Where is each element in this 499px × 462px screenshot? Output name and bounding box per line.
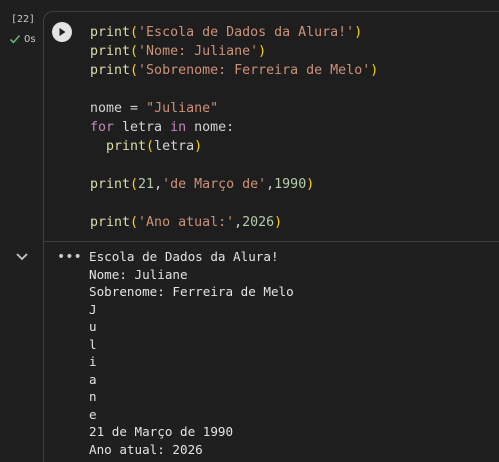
output-line: Escola de Dados da Alura! bbox=[89, 249, 279, 264]
code-token: = bbox=[122, 101, 147, 116]
output-line: a bbox=[89, 371, 97, 387]
code-token: nome: bbox=[186, 120, 235, 135]
code-line: print(21,'de Março de',1990) bbox=[90, 175, 378, 194]
code-token: "Juliane" bbox=[146, 101, 219, 116]
code-token: print bbox=[90, 63, 131, 78]
code-token: ) bbox=[258, 44, 267, 59]
code-token: 'Nome: Juliane' bbox=[138, 44, 259, 59]
code-token: 21 bbox=[138, 177, 155, 192]
code-line: print(letra) bbox=[90, 137, 378, 156]
chevron-down-icon[interactable] bbox=[14, 251, 30, 263]
code-line: print('Nome: Juliane') bbox=[90, 42, 378, 61]
cell-output: Escola de Dados da Alura! Nome: Juliane So… bbox=[89, 248, 294, 458]
code-line: print('Ano atual:',2026) bbox=[90, 213, 378, 232]
notebook-cell-view: [22] 0s print('Escola de Dados da Alura!… bbox=[0, 0, 499, 462]
code-token: in bbox=[170, 120, 187, 135]
code-token: , bbox=[154, 177, 163, 192]
code-editor[interactable]: print('Escola de Dados da Alura!') print(… bbox=[90, 23, 378, 232]
code-token: print bbox=[90, 25, 131, 40]
code-line: print('Escola de Dados da Alura!') bbox=[90, 23, 378, 42]
code-token: ) bbox=[354, 25, 363, 40]
code-token: letra bbox=[114, 120, 171, 135]
code-token: 'Sobrenome: Ferreira de Melo' bbox=[138, 63, 371, 78]
code-token: letra bbox=[154, 139, 195, 154]
code-token: , bbox=[266, 177, 275, 192]
output-line: Ano atual: 2026 bbox=[89, 441, 203, 457]
code-token: 2026 bbox=[242, 215, 275, 230]
code-line: for letra in nome: bbox=[90, 118, 378, 137]
code-token: print bbox=[90, 215, 131, 230]
code-token: nome bbox=[90, 101, 123, 116]
code-token: ( bbox=[130, 63, 139, 78]
code-token: ) bbox=[370, 63, 379, 78]
code-token: ( bbox=[130, 44, 139, 59]
code-token: 'de Março de' bbox=[162, 177, 267, 192]
execution-time: 0s bbox=[24, 33, 36, 45]
code-line: nome = "Juliane" bbox=[90, 99, 378, 118]
code-token: print bbox=[90, 44, 131, 59]
code-token: 'Escola de Dados da Alura!' bbox=[138, 25, 355, 40]
check-icon bbox=[9, 34, 21, 44]
output-line: e bbox=[89, 406, 97, 422]
output-line: i bbox=[89, 354, 97, 369]
output-line: Nome: Juliane bbox=[89, 266, 188, 282]
more-options-icon[interactable]: ••• bbox=[57, 249, 82, 265]
code-token: ( bbox=[130, 177, 139, 192]
code-token: , bbox=[234, 215, 243, 230]
output-line: Sobrenome: Ferreira de Melo bbox=[89, 284, 294, 299]
code-token: ( bbox=[130, 25, 139, 40]
run-cell-button[interactable] bbox=[52, 22, 72, 42]
output-line: 21 de Março de 1990 bbox=[89, 424, 234, 439]
code-token: 'Ano atual:' bbox=[138, 215, 235, 230]
code-token: ( bbox=[130, 215, 139, 230]
code-line: print('Sobrenome: Ferreira de Melo') bbox=[90, 61, 378, 80]
code-token: ) bbox=[194, 139, 203, 154]
output-line: J bbox=[89, 301, 97, 317]
output-line: l bbox=[89, 336, 97, 352]
code-token: ( bbox=[146, 139, 155, 154]
code-token: ) bbox=[274, 215, 283, 230]
output-line: n bbox=[89, 389, 97, 404]
code-token: print bbox=[90, 177, 131, 192]
output-line: u bbox=[89, 319, 97, 334]
code-token: for bbox=[90, 120, 115, 135]
play-icon bbox=[59, 28, 66, 36]
execution-status: 0s bbox=[9, 33, 36, 45]
code-token: print bbox=[106, 139, 147, 154]
code-token: ) bbox=[306, 177, 315, 192]
code-token: 1990 bbox=[274, 177, 307, 192]
execution-count: [22] bbox=[11, 14, 36, 25]
